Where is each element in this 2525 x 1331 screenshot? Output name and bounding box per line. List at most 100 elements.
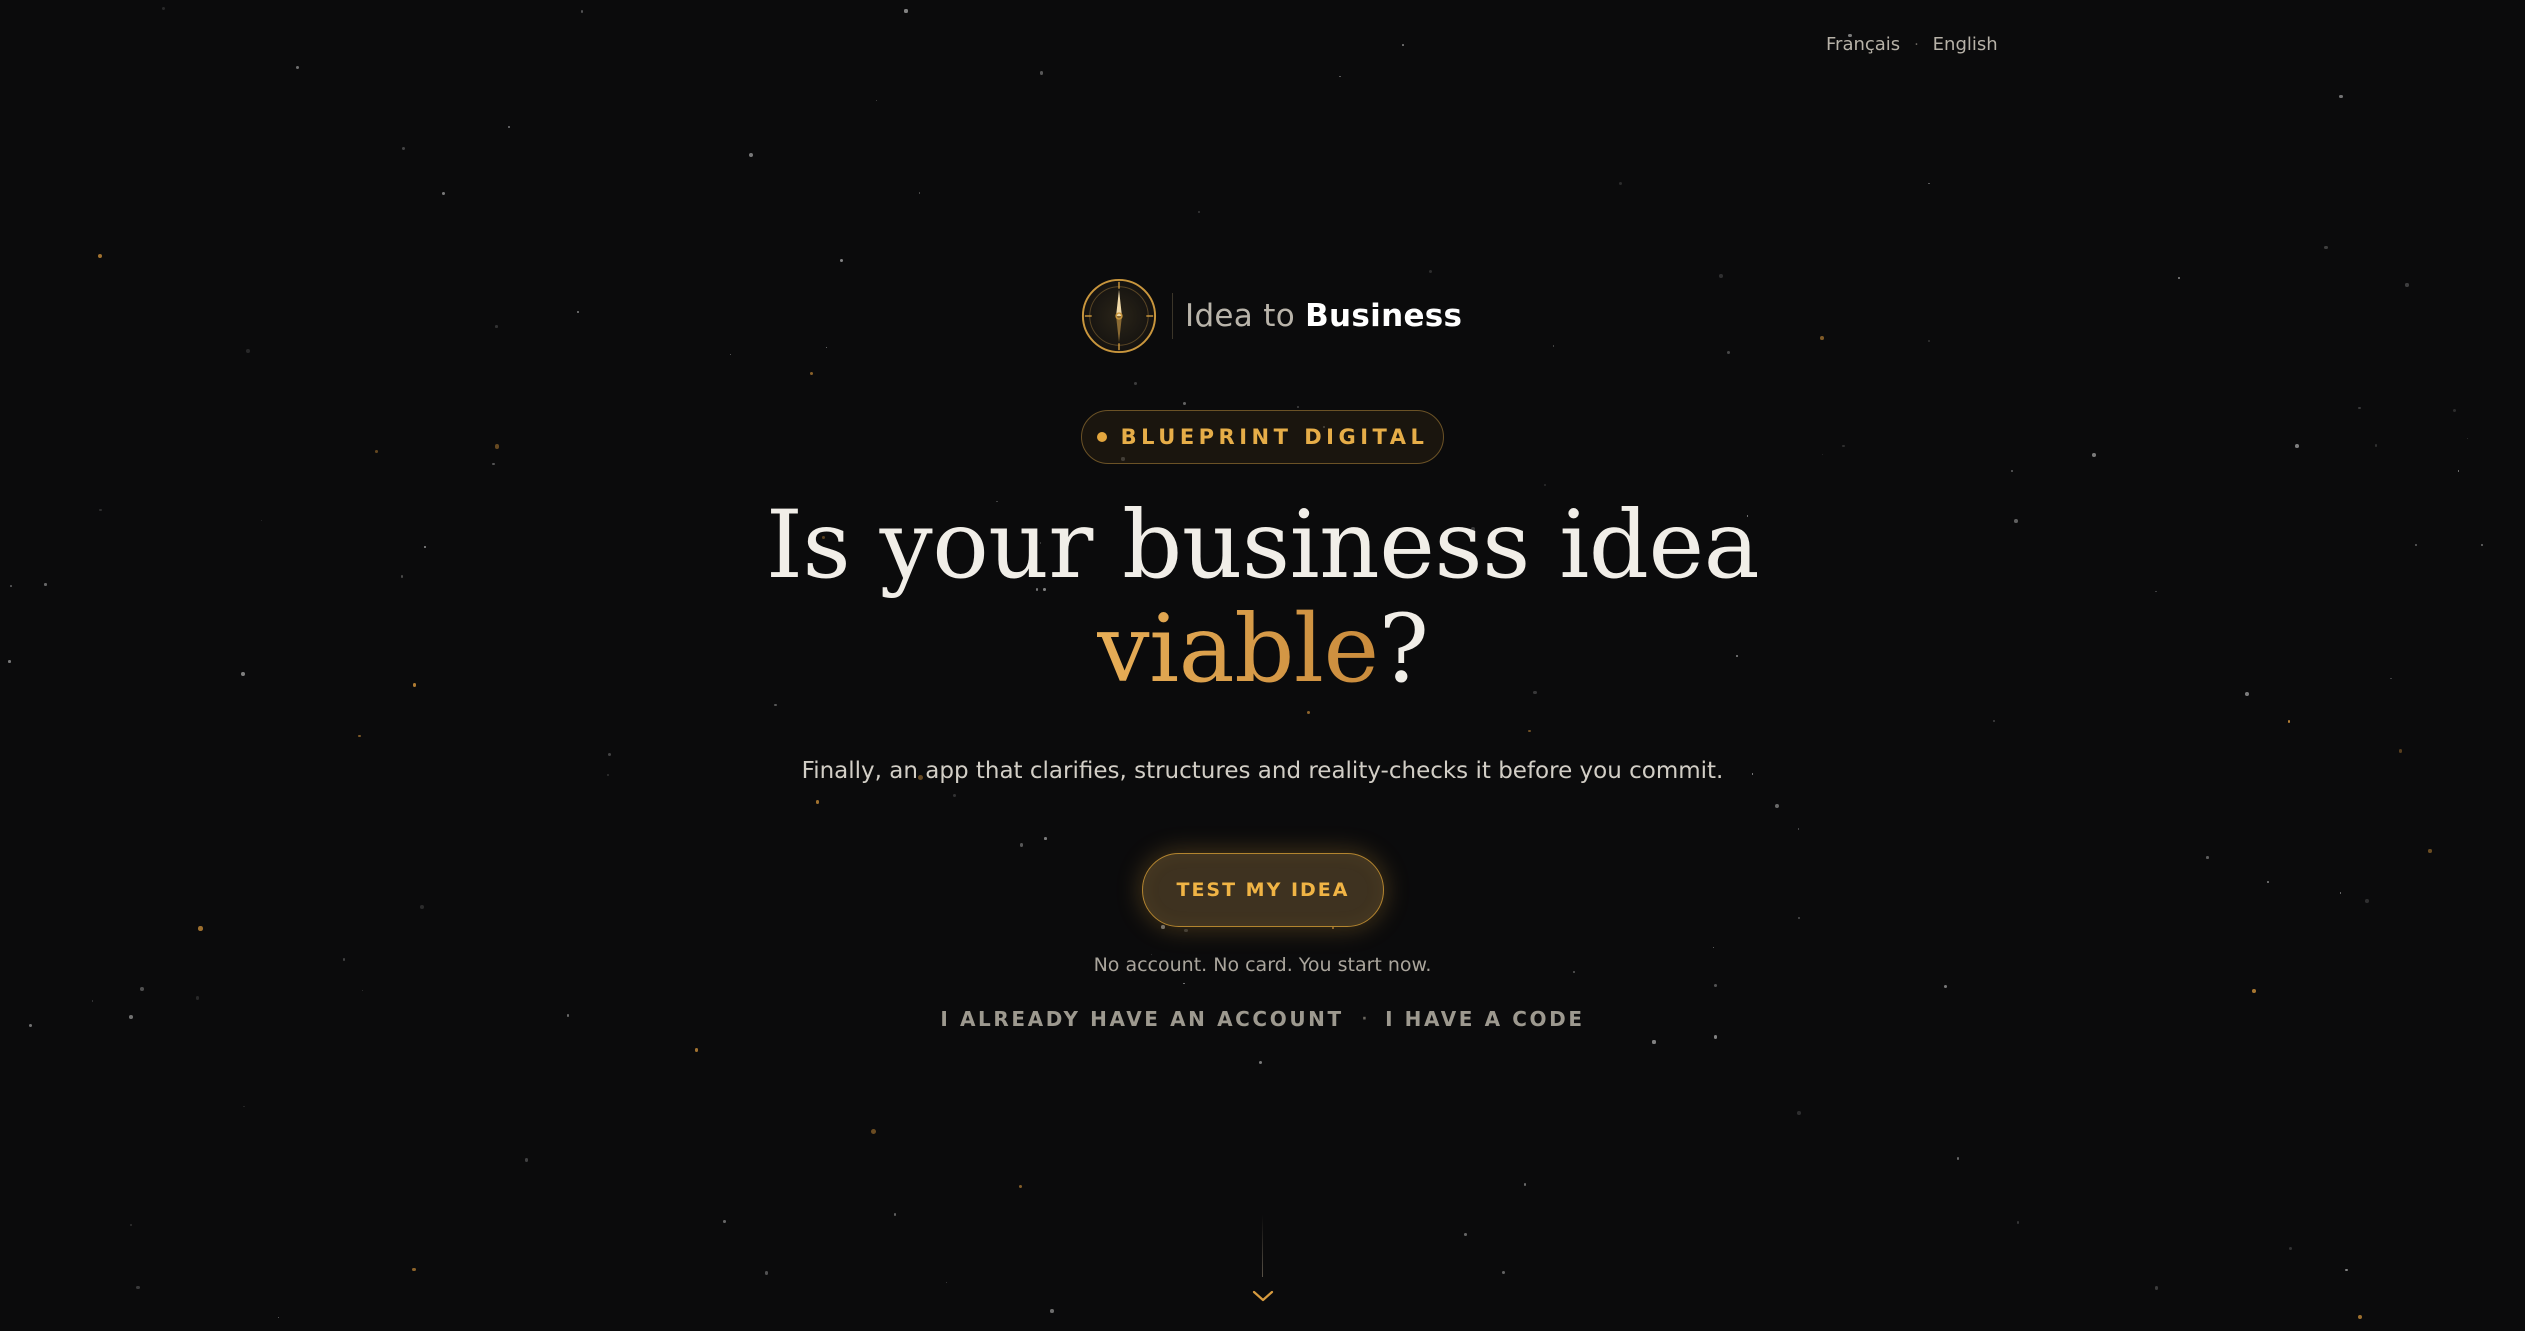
star-dot [946,1281,948,1284]
star-dot [162,6,166,10]
have-code-link[interactable]: I HAVE A CODE [1385,1007,1585,1031]
star-dot [2398,748,2403,753]
star-dot [1184,928,1188,933]
star-dot [1719,274,1723,278]
star-dot [952,793,956,797]
brand-wordmark: Idea to Business [1185,298,1462,334]
star-dot [2364,898,2369,903]
star-dot [2345,1268,2349,1272]
star-dot [494,444,500,449]
star-dot [1402,44,1404,46]
star-dot [198,926,203,931]
star-dot [577,311,579,313]
star-dot [1552,345,1555,347]
star-dot [2339,94,2343,98]
language-switcher: Français · English [1826,34,1998,55]
star-dot [1956,1157,1959,1160]
star-dot [1306,711,1311,715]
star-dot [774,703,778,707]
star-dot [1259,1060,1263,1065]
star-dot [2178,277,2180,279]
star-dot [1798,917,1800,920]
language-english-link[interactable]: English [1933,34,1998,55]
star-dot [1652,1040,1656,1044]
star-dot [2252,989,2257,993]
star-dot [361,989,363,991]
star-dot [246,348,250,353]
star-dot [129,1224,132,1227]
star-dot [136,1285,140,1290]
star-dot [1197,211,1201,214]
star-dot [729,354,731,356]
star-dot [2374,444,2378,447]
star-dot [1821,453,1824,456]
star-dot [1528,730,1531,733]
star-dot [195,996,200,1000]
star-dot [140,987,145,992]
secondary-links: I ALREADY HAVE AN ACCOUNT · I HAVE A COD… [0,1007,2525,1031]
badge-dot [1096,432,1107,442]
star-dot [1018,1185,1022,1189]
star-dot [2357,1315,2362,1320]
star-dot [1339,75,1341,78]
star-dot [1842,444,1845,447]
star-dot [1182,401,1187,406]
star-dot [839,258,843,263]
star-dot [1161,925,1165,929]
brand-name-bold: Business [1305,298,1463,334]
star-dot [98,253,103,259]
star-dot [420,905,424,909]
star-dot [723,1220,727,1223]
star-dot [358,734,361,737]
star-dot [411,1267,416,1272]
star-dot [1134,382,1138,385]
star-dot [1943,985,1947,988]
star-dot [2011,469,2014,472]
login-link[interactable]: I ALREADY HAVE AN ACCOUNT [940,1007,1343,1031]
star-dot [1543,483,1546,486]
star-dot [1463,1233,1467,1237]
chevron-down-icon[interactable] [1251,1288,1275,1304]
star-dot [401,146,405,150]
star-dot [2453,409,2457,413]
star-dot [495,325,498,328]
star-dot [2405,283,2409,287]
star-dot [1428,270,1432,274]
star-dot [764,1271,769,1276]
star-dot [1797,827,1800,830]
star-dot [810,372,814,376]
star-dot [2294,443,2299,448]
brand-name-light: Idea to [1185,298,1295,334]
badge-label: BLUEPRINT DIGITAL [1120,425,1429,449]
star-dot [296,65,300,69]
star-dot [1713,984,1717,988]
hero-subtitle: Finally, an app that clarifies, structur… [801,758,1724,784]
test-my-idea-button[interactable]: TEST MY IDEA [1142,853,1384,927]
star-dot [919,192,921,194]
star-dot [815,800,820,805]
links-separator: · [1361,1011,1368,1027]
star-dot [507,126,510,129]
star-dot [375,449,378,453]
headline-accent-word: viable [1096,595,1380,704]
star-dot [1618,181,1622,185]
brand-divider [1172,293,1173,339]
headline-line-1: Is your business idea [765,491,1760,600]
star-dot [893,1213,897,1216]
star-dot [1297,406,1299,408]
star-dot [871,1128,877,1134]
star-dot [1713,1035,1718,1039]
cta-note: No account. No card. You start now. [1093,954,1432,976]
star-dot [1797,1111,1801,1116]
blueprint-badge: BLUEPRINT DIGITAL [1081,410,1444,464]
star-dot [581,10,584,13]
star-dot [2358,406,2361,410]
test-my-idea-label: TEST MY IDEA [1176,879,1350,901]
language-french-link[interactable]: Français [1826,34,1900,55]
star-dot [2288,1246,2292,1250]
headline-question-mark: ? [1378,595,1429,704]
star-dot [1927,339,1931,343]
brand-logo[interactable]: Idea to Business [1080,276,1462,356]
scroll-indicator-line [1262,1215,1263,1277]
star-dot [608,752,612,757]
